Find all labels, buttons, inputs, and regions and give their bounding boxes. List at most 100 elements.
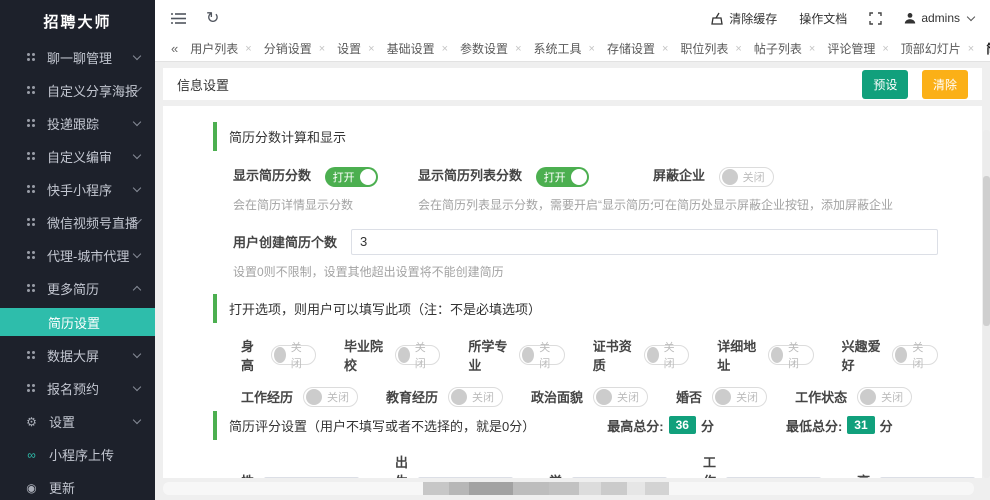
field-toggle[interactable]: 关闭 — [395, 345, 441, 365]
toggle-knob — [571, 169, 587, 185]
field-toggle[interactable]: 关闭 — [593, 387, 648, 407]
vertical-scrollbar-thumb[interactable] — [983, 176, 990, 326]
sidebar-item-resume-settings-active[interactable]: 简历设置 — [0, 308, 155, 336]
sidebar-item-label: 聊一聊管理 — [47, 48, 134, 67]
sidebar-item-label: 数据大屏 — [47, 346, 134, 365]
close-icon[interactable]: × — [968, 43, 974, 55]
field-label: 所学专业 — [468, 336, 509, 374]
tab-top-slideshow[interactable]: 顶部幻灯片 × — [901, 40, 974, 57]
sidebar-item-chat-management[interactable]: 聊一聊管理 — [0, 41, 155, 74]
field-toggle[interactable]: 关闭 — [768, 345, 814, 365]
refresh-icon[interactable]: ↻ — [206, 8, 219, 28]
sidebar-item-city-agent[interactable]: 代理-城市代理 — [0, 239, 155, 272]
tab-basic-settings[interactable]: 基础设置× — [387, 40, 448, 57]
score-input-education[interactable] — [572, 477, 667, 478]
field-label: 显示简历分数 — [233, 168, 311, 183]
horizontal-scrollbar[interactable] — [163, 482, 974, 495]
chevron-down-icon — [133, 151, 141, 159]
close-icon[interactable]: × — [662, 43, 668, 55]
sidebar-item-data-screen[interactable]: 数据大屏 — [0, 339, 155, 372]
close-icon[interactable]: × — [245, 43, 251, 55]
top-bar: ↻ 清除缓存 操作文档 admins — [155, 0, 990, 36]
docs-link[interactable]: 操作文档 — [799, 10, 847, 27]
sidebar-item-signup-booking[interactable]: 报名预约 — [0, 372, 155, 405]
close-icon[interactable]: × — [515, 43, 521, 55]
section-title-optional-fields: 打开选项，则用户可以填写此项（注：不是必填选项） — [213, 294, 938, 323]
sidebar-item-update[interactable]: ◉ 更新 — [0, 471, 155, 500]
score-input-experience[interactable] — [726, 477, 821, 478]
optional-fields-row-1: 身高关闭 毕业院校关闭 所学专业关闭 证书资质关闭 详细地址关闭 兴趣爱好关闭 — [241, 336, 938, 374]
close-icon[interactable]: × — [319, 43, 325, 55]
fullscreen-button[interactable] — [869, 12, 882, 25]
tab-label: 存储设置 — [607, 40, 655, 57]
sidebar-item-miniprogram-upload[interactable]: ∞ 小程序上传 — [0, 438, 155, 471]
field-toggle[interactable]: 关闭 — [448, 387, 503, 407]
tab-resume-settings-active[interactable]: 简历设 — [986, 40, 990, 57]
sidebar-item-kuaishou-miniprogram[interactable]: 快手小程序 — [0, 173, 155, 206]
close-icon[interactable]: × — [368, 43, 374, 55]
field-toggle[interactable]: 关闭 — [712, 387, 767, 407]
tab-label: 顶部幻灯片 — [901, 40, 961, 57]
toggle-knob — [715, 389, 731, 405]
field-label: 亮点 — [857, 471, 870, 478]
sidebar-item-settings[interactable]: ⚙ 设置 — [0, 405, 155, 438]
toggle-knob — [596, 389, 612, 405]
score-input-gender[interactable] — [264, 477, 359, 478]
tab-storage-settings[interactable]: 存储设置 × — [607, 40, 668, 57]
app-window: 招聘大师 聊一聊管理 自定义分享海报 投递跟踪 自定义编审 快手小程序 — [0, 0, 990, 500]
tabs-scroll-left-icon[interactable]: « — [171, 41, 178, 56]
chevron-down-icon — [133, 52, 141, 60]
sidebar-item-label: 投递跟踪 — [47, 114, 134, 133]
tab-position-list[interactable]: 职位列表× — [680, 40, 741, 57]
close-icon[interactable]: × — [882, 43, 888, 55]
field-toggle[interactable]: 关闭 — [857, 387, 912, 407]
close-icon[interactable]: × — [735, 43, 741, 55]
field-toggle[interactable]: 关闭 — [519, 345, 565, 365]
toggle-block-company[interactable]: 关闭 — [719, 167, 774, 187]
tab-parameter-settings[interactable]: 参数设置 × — [460, 40, 521, 57]
sidebar-item-share-poster[interactable]: 自定义分享海报 — [0, 74, 155, 107]
clear-button[interactable]: 清除 — [922, 70, 968, 99]
horizontal-scrollbar-thumb-pixelated[interactable] — [423, 482, 669, 495]
close-icon[interactable]: × — [809, 43, 815, 55]
score-input-birth-year[interactable] — [418, 477, 513, 478]
module-icon — [27, 53, 36, 62]
close-icon[interactable]: × — [442, 43, 448, 55]
resume-limit-input[interactable] — [351, 229, 938, 255]
tab-settings[interactable]: 设置× — [337, 40, 374, 57]
chevron-up-icon — [133, 286, 141, 294]
close-icon[interactable]: × — [589, 43, 595, 55]
sidebar-item-wechat-live[interactable]: 微信视频号直播 — [0, 206, 155, 239]
sidebar-item-delivery-tracking[interactable]: 投递跟踪 — [0, 107, 155, 140]
module-icon — [27, 86, 36, 95]
tab-post-list[interactable]: 帖子列表× — [754, 40, 815, 57]
section-title-score-display: 简历分数计算和显示 — [213, 122, 938, 151]
sidebar-item-more-resume[interactable]: 更多简历 — [0, 272, 155, 305]
field-toggle[interactable]: 关闭 — [271, 345, 316, 365]
toggle-state-label: 关闭 — [664, 339, 681, 371]
sidebar-item-custom-review[interactable]: 自定义编审 — [0, 140, 155, 173]
clear-cache-button[interactable]: 清除缓存 — [710, 10, 777, 27]
score-input-highlights[interactable] — [880, 477, 975, 478]
broom-icon — [710, 12, 724, 25]
field-toggle[interactable]: 关闭 — [892, 345, 938, 365]
collapse-menu-icon[interactable] — [171, 12, 186, 25]
tab-comment-management[interactable]: 评论管理× — [827, 40, 888, 57]
vertical-scrollbar[interactable] — [983, 130, 990, 478]
optional-field-height: 身高关闭 — [241, 336, 316, 374]
user-menu[interactable]: admins — [904, 11, 974, 25]
tab-system-tools[interactable]: 系统工具× — [534, 40, 595, 57]
preset-button[interactable]: 预设 — [862, 70, 908, 99]
tab-user-list[interactable]: 用户列表× — [190, 40, 251, 57]
field-toggle[interactable]: 关闭 — [303, 387, 358, 407]
tab-distribution-settings[interactable]: 分销设置× — [264, 40, 325, 57]
toggle-show-list-score[interactable]: 打开 — [536, 167, 589, 187]
field-toggle[interactable]: 关闭 — [644, 345, 690, 365]
field-label: 证书资质 — [593, 336, 634, 374]
module-icon — [27, 284, 36, 293]
toggle-knob — [771, 347, 783, 363]
tab-label: 参数设置 — [460, 40, 508, 57]
update-icon: ◉ — [25, 481, 38, 495]
score-field-highlights: 亮点 — [857, 471, 975, 478]
toggle-show-resume-score[interactable]: 打开 — [325, 167, 378, 187]
